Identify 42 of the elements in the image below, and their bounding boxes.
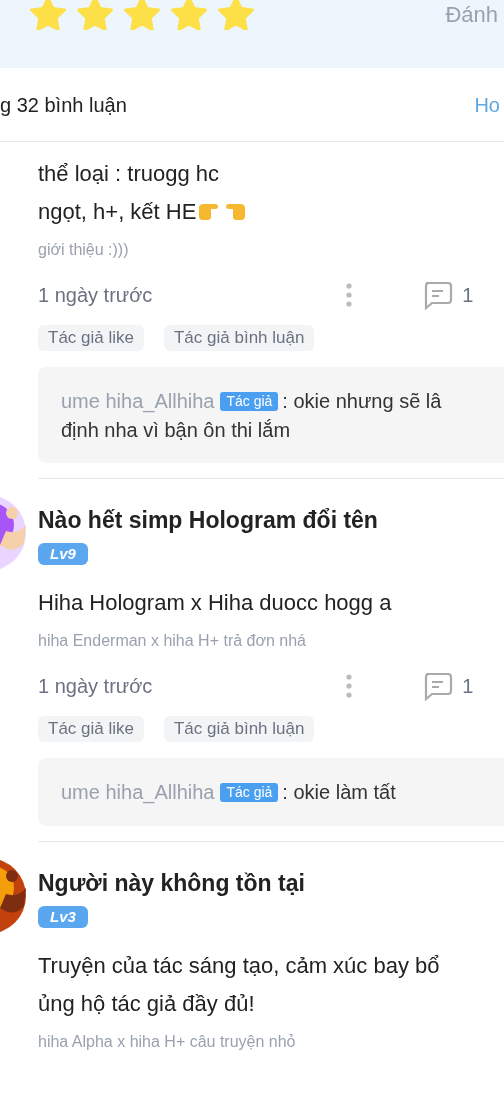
timestamp: 1 ngày trước (38, 674, 153, 699)
comment-icon[interactable] (422, 671, 455, 701)
tag-chip[interactable]: Tác giả bình luận (164, 716, 315, 742)
reply-text: định nha vì bận ôn thi lắm (61, 418, 292, 443)
timestamp: 1 ngày trước (38, 283, 153, 308)
reply-text: : okie nhưng sẽ lâ (282, 389, 442, 414)
star-icon (218, 0, 254, 30)
reply-author[interactable]: ume hiha_Allhiha (61, 386, 215, 416)
star-icon (77, 0, 113, 30)
level-badge: Lv9 (38, 543, 88, 565)
star-icon (30, 0, 66, 30)
more-icon[interactable] (346, 283, 353, 307)
comment-text: ngọt, h+, kết HE (38, 197, 197, 226)
more-icon[interactable] (346, 674, 353, 698)
user-name[interactable]: Nào hết simp Hologram đổi tên (38, 505, 504, 535)
comment-text: Truyện của tác sáng tạo, cảm xúc bay bổ (38, 951, 440, 980)
tag-chip[interactable]: Tác giả bình luận (164, 325, 315, 351)
reply-author[interactable]: ume hiha_Allhiha (61, 777, 215, 807)
comment-icon[interactable] (422, 280, 455, 310)
reply-count: 1 (462, 674, 474, 699)
comment-text: ủng hộ tác giả đầy đủ! (38, 989, 255, 1018)
user-name[interactable]: Người này không tồn tại (38, 868, 504, 898)
tag-chip[interactable]: Tác giả like (38, 716, 144, 742)
tag-chip[interactable]: Tác giả like (38, 325, 144, 351)
star-rating[interactable] (30, 0, 254, 30)
star-icon (124, 0, 160, 30)
intro-text: hiha Alpha x hiha H+ câu truyện nhỏ (38, 1032, 297, 1052)
reply-text: : okie làm tất (282, 780, 396, 805)
level-badge: Lv3 (38, 906, 88, 928)
comment-count: g 32 bình luận (0, 92, 127, 118)
intro-text: hiha Enderman x hiha H+ trả đơn nhá (38, 631, 307, 651)
intro-text: giới thiệu :))) (38, 240, 130, 260)
author-badge: Tác giả (220, 782, 279, 802)
reply-count: 1 (462, 283, 474, 308)
comment-text: thể loại : truogg hc (38, 159, 219, 188)
comment-text: Hiha Hologram x Hiha duocc hogg a (38, 588, 392, 617)
star-icon (171, 0, 207, 30)
reply-box[interactable]: ume hiha_Allhiha Tác giả : okie nhưng sẽ lâ định nha vì bận ôn thi lắm (38, 367, 504, 463)
author-badge: Tác giả (220, 391, 279, 411)
action-link[interactable]: Ho (474, 89, 500, 120)
rate-label[interactable]: Đánh (445, 0, 498, 31)
reply-box[interactable]: ume hiha_Allhiha Tác giả : okie làm tất (38, 758, 504, 826)
